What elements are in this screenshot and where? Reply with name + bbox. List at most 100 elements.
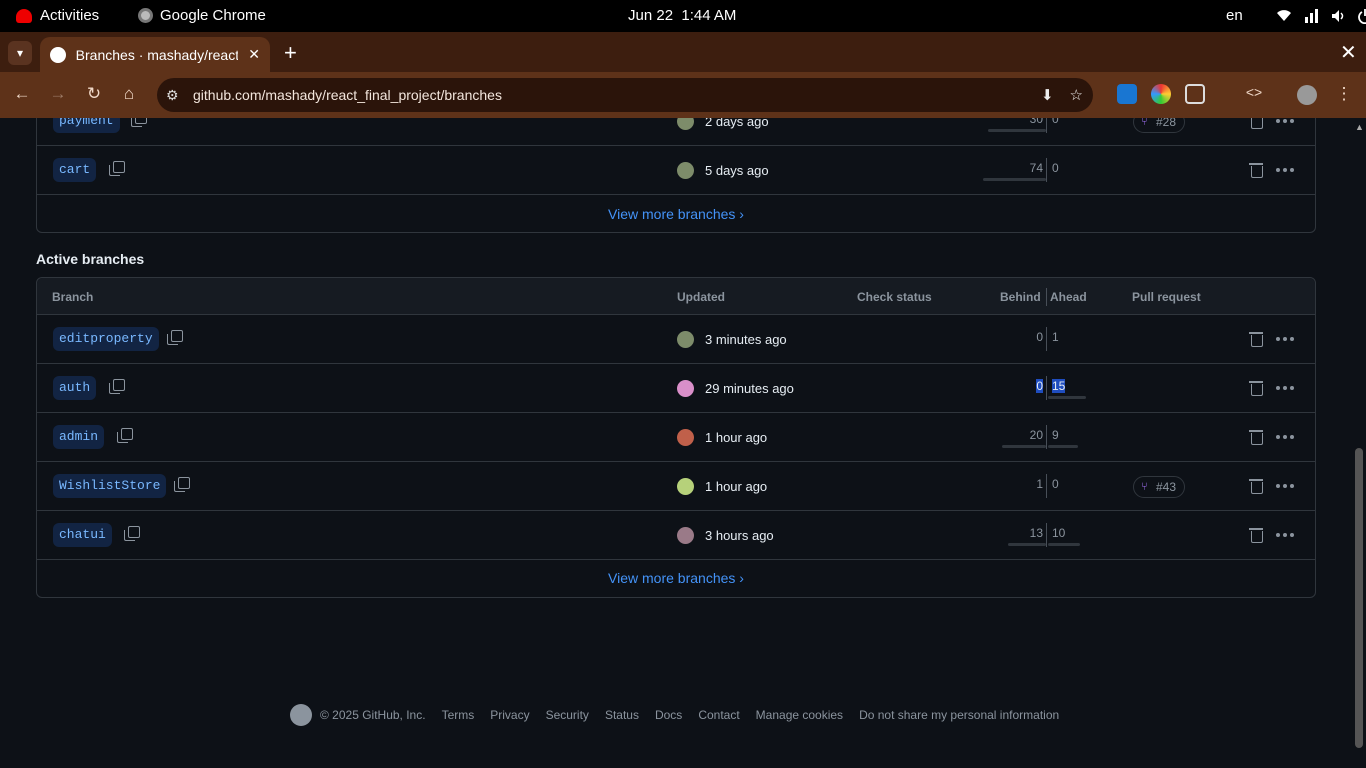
- footer-link-manage-cookies[interactable]: Manage cookies: [756, 708, 843, 722]
- tab-strip: ▾ Branches · mashady/react_final_project…: [0, 32, 1366, 72]
- app-menu[interactable]: Google Chrome: [138, 7, 266, 24]
- date: Jun 22: [628, 7, 674, 24]
- github-logo-icon[interactable]: [290, 704, 312, 726]
- scrollbar-thumb[interactable]: [1355, 448, 1363, 748]
- copy-icon[interactable]: [109, 161, 125, 177]
- more-options-icon[interactable]: [1276, 337, 1294, 341]
- copy-icon[interactable]: [117, 428, 133, 444]
- footer-link-status[interactable]: Status: [605, 708, 639, 722]
- more-options-icon[interactable]: [1276, 119, 1294, 123]
- active-tab[interactable]: Branches · mashady/react_final_project ✕: [40, 37, 270, 72]
- new-tab-button[interactable]: +: [284, 40, 297, 66]
- pull-request-badge[interactable]: ⑂ #43: [1133, 476, 1186, 498]
- tab-close-icon[interactable]: ✕: [248, 46, 260, 63]
- branch-name-link[interactable]: payment: [53, 118, 120, 133]
- delete-branch-icon[interactable]: [1250, 118, 1264, 129]
- branch-name-link[interactable]: auth: [53, 376, 97, 400]
- site-info-icon[interactable]: ⚙: [166, 87, 179, 104]
- behind-count: 30: [1029, 118, 1043, 126]
- tab-search-button[interactable]: ▾: [8, 41, 32, 65]
- page-content: payment 2 days ago 30 0 ⑂ #28 cart 5 days…: [0, 118, 1352, 768]
- window-close-button[interactable]: ✕: [1340, 40, 1357, 65]
- copy-icon[interactable]: [131, 118, 147, 128]
- delete-branch-icon[interactable]: [1249, 380, 1264, 396]
- volume-icon: [1330, 8, 1346, 24]
- branch-name-link[interactable]: WishlistStore: [53, 474, 167, 498]
- divider: [1046, 474, 1047, 498]
- install-app-icon[interactable]: ⬇: [1041, 86, 1054, 104]
- table-row: auth 29 minutes ago 0 15: [37, 364, 1315, 413]
- devtools-icon[interactable]: <>: [1243, 84, 1265, 100]
- address-bar[interactable]: ⚙ github.com/mashady/react_final_project…: [157, 78, 1093, 112]
- avatar[interactable]: [677, 162, 694, 179]
- branch-name-link[interactable]: chatui: [53, 523, 112, 547]
- footer-link-do-not-share[interactable]: Do not share my personal information: [859, 708, 1059, 722]
- language-indicator[interactable]: en: [1226, 7, 1243, 24]
- updated-time: 5 days ago: [705, 163, 769, 178]
- updated-time: 1 hour ago: [705, 479, 768, 494]
- ahead-count: 10: [1052, 526, 1066, 540]
- table-row: cart 5 days ago 74 0: [37, 146, 1315, 195]
- divider: [1046, 425, 1047, 449]
- pull-request-badge[interactable]: ⑂ #28: [1133, 118, 1186, 133]
- branch-name-link[interactable]: admin: [53, 425, 105, 449]
- delete-branch-icon[interactable]: [1249, 331, 1264, 347]
- avatar[interactable]: [677, 429, 694, 446]
- delete-branch-icon[interactable]: [1249, 162, 1264, 178]
- more-options-icon[interactable]: [1276, 435, 1294, 439]
- reload-icon[interactable]: ↻: [83, 84, 105, 104]
- activities-label: Activities: [40, 7, 100, 24]
- footer-link-contact[interactable]: Contact: [698, 708, 739, 722]
- delete-branch-icon[interactable]: [1249, 478, 1264, 494]
- more-options-icon[interactable]: [1276, 386, 1294, 390]
- avatar[interactable]: [677, 478, 694, 495]
- more-options-icon[interactable]: [1276, 168, 1294, 172]
- profile-avatar[interactable]: [1297, 85, 1317, 105]
- ahead-count: 15: [1052, 379, 1066, 393]
- browser-toolbar: ← → ↻ ⌂ ⚙ github.com/mashady/react_final…: [0, 72, 1366, 118]
- copy-icon[interactable]: [124, 526, 140, 542]
- ahead-count: 9: [1052, 428, 1059, 442]
- scroll-up-icon[interactable]: ▲: [1355, 122, 1364, 132]
- avatar[interactable]: [677, 331, 694, 348]
- bookmark-star-icon[interactable]: ☆: [1070, 86, 1083, 104]
- footer-link-docs[interactable]: Docs: [655, 708, 682, 722]
- copy-icon[interactable]: [167, 330, 183, 346]
- home-icon[interactable]: ⌂: [118, 84, 140, 104]
- updated-time: 1 hour ago: [705, 430, 768, 445]
- more-options-icon[interactable]: [1276, 533, 1294, 537]
- system-tray[interactable]: [1276, 8, 1366, 25]
- ahead-count: 0: [1052, 161, 1059, 175]
- view-more-branches-link[interactable]: View more branches ›: [37, 206, 1315, 222]
- footer-link-security[interactable]: Security: [546, 708, 589, 722]
- chevron-right-icon: ›: [739, 206, 744, 222]
- footer-link-terms[interactable]: Terms: [442, 708, 475, 722]
- clock[interactable]: Jun 22 1:44 AM: [628, 7, 736, 24]
- avatar[interactable]: [677, 527, 694, 544]
- extension-icon[interactable]: [1117, 84, 1137, 104]
- delete-branch-icon[interactable]: [1249, 527, 1264, 543]
- copy-icon[interactable]: [174, 477, 190, 493]
- more-options-icon[interactable]: [1276, 484, 1294, 488]
- view-more-branches-link[interactable]: View more branches ›: [37, 570, 1315, 586]
- delete-branch-icon[interactable]: [1249, 429, 1264, 445]
- table-row: editproperty 3 minutes ago 0 1: [37, 315, 1315, 364]
- copy-icon[interactable]: [109, 379, 125, 395]
- avatar[interactable]: [677, 118, 694, 130]
- back-icon[interactable]: ←: [11, 84, 33, 104]
- header-branch: Branch: [52, 290, 94, 304]
- extensions-puzzle-icon[interactable]: [1185, 84, 1205, 104]
- chrome-menu-icon[interactable]: ⋮: [1333, 84, 1355, 104]
- git-pull-request-icon: ⑂: [1141, 481, 1148, 493]
- forward-icon[interactable]: →: [47, 84, 69, 104]
- activities-button[interactable]: Activities: [16, 7, 99, 24]
- behind-bar: [988, 129, 1046, 132]
- behind-bar: [1002, 445, 1046, 448]
- footer-link-privacy[interactable]: Privacy: [490, 708, 529, 722]
- branch-name-link[interactable]: editproperty: [53, 327, 159, 351]
- branch-name-link[interactable]: cart: [53, 158, 97, 182]
- avatar[interactable]: [677, 380, 694, 397]
- table-row: chatui 3 hours ago 13 10: [37, 511, 1315, 560]
- page-scrollbar[interactable]: ▲: [1352, 118, 1366, 768]
- color-extension-icon[interactable]: [1151, 84, 1171, 104]
